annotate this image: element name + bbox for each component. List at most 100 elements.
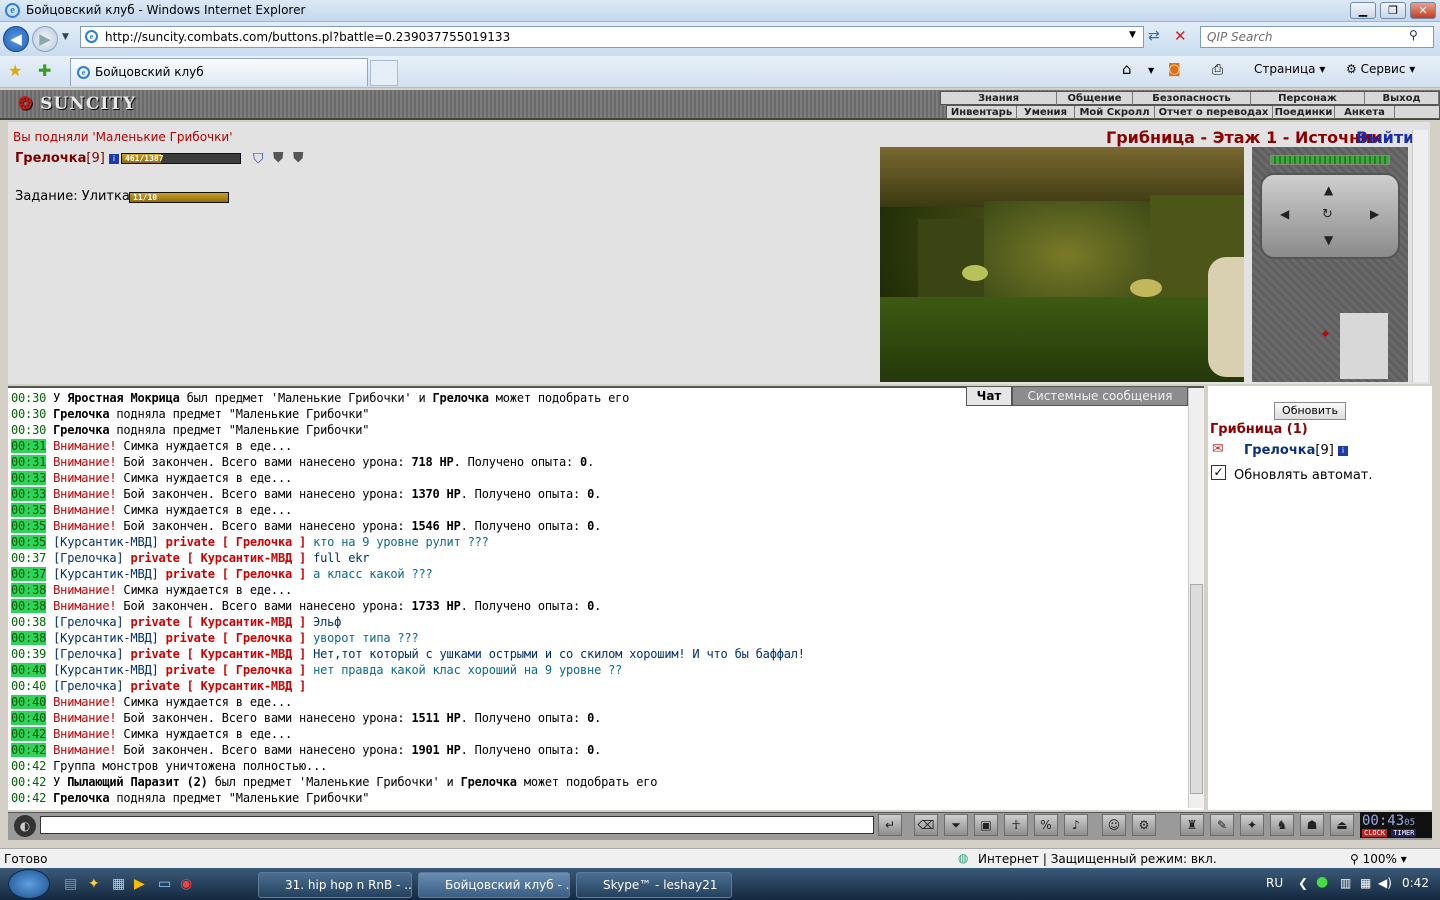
chat-nick[interactable]: [Грелочка] bbox=[53, 615, 123, 629]
rss-icon[interactable]: ◙ bbox=[1168, 62, 1181, 77]
start-button[interactable] bbox=[8, 869, 50, 899]
quicklaunch-icon[interactable]: ▤ bbox=[64, 876, 77, 892]
chat-time[interactable]: 00:30 bbox=[11, 423, 46, 437]
language-indicator[interactable]: RU bbox=[1266, 876, 1283, 890]
chat-time[interactable]: 00:37 bbox=[11, 551, 46, 565]
send-button[interactable]: ↵ bbox=[878, 814, 902, 836]
dungeon-view[interactable] bbox=[880, 147, 1244, 382]
exit-link[interactable]: Выйти bbox=[1356, 128, 1414, 147]
game-menu-item[interactable]: Общение bbox=[1057, 92, 1133, 105]
tray-icon[interactable]: ● bbox=[1316, 874, 1328, 890]
private-tag[interactable]: private [ Курсантик-МВД ] bbox=[130, 647, 306, 661]
search-input[interactable]: QIP Search ⚲ bbox=[1200, 26, 1434, 48]
tray-expand-icon[interactable]: ❮ bbox=[1298, 876, 1308, 890]
skills-icon[interactable]: ✦ bbox=[1240, 814, 1264, 836]
chat-time[interactable]: 00:40 bbox=[11, 695, 46, 709]
chat-time[interactable]: 00:35 bbox=[11, 535, 46, 549]
save-icon[interactable]: ▣ bbox=[974, 814, 998, 836]
back-button[interactable]: ◀ bbox=[3, 26, 29, 52]
chat-time[interactable]: 00:38 bbox=[11, 631, 46, 645]
tray-icon[interactable]: ▦ bbox=[1360, 876, 1371, 890]
chat-nick[interactable]: full ekr bbox=[313, 551, 369, 565]
chat-time[interactable]: 00:42 bbox=[11, 743, 46, 757]
refresh-button[interactable]: Обновить bbox=[1274, 402, 1346, 420]
favorites-star-icon[interactable]: ★ bbox=[8, 61, 22, 80]
game-menu-item[interactable]: Персонаж bbox=[1251, 92, 1365, 105]
player-info-icon[interactable]: i bbox=[108, 153, 119, 164]
game-submenu-item[interactable]: Мой Скролл bbox=[1075, 106, 1155, 119]
game-menu-item[interactable]: Безопасность bbox=[1133, 92, 1251, 105]
chat-time[interactable]: 00:38 bbox=[11, 599, 46, 613]
chat-input[interactable] bbox=[40, 816, 874, 834]
chat-nick[interactable]: [Грелочка] bbox=[53, 647, 123, 661]
private-tag[interactable]: private [ Грелочка ] bbox=[166, 663, 307, 677]
chat-scroll-thumb[interactable] bbox=[1190, 584, 1203, 794]
refresh-view-icon[interactable]: ↻ bbox=[1322, 207, 1333, 222]
player-name[interactable]: Грелочка bbox=[15, 151, 86, 166]
chat-time[interactable]: 00:37 bbox=[11, 567, 46, 581]
game-submenu-item[interactable]: Инвентарь bbox=[947, 106, 1017, 119]
eraser-icon[interactable]: ⌫ bbox=[914, 814, 938, 836]
taskbar-item-skype[interactable]: Skype™ - leshay21 bbox=[576, 872, 732, 898]
turn-right-button[interactable]: ▶ bbox=[1370, 207, 1379, 221]
tab-system-messages[interactable]: Системные сообщения bbox=[1012, 386, 1188, 406]
page-menu[interactable]: Страница ▾ bbox=[1254, 62, 1325, 76]
chat-time[interactable]: 00:40 bbox=[11, 663, 46, 677]
armor-icon[interactable]: ♞ bbox=[1270, 814, 1294, 836]
quicklaunch-icon[interactable]: ▦ bbox=[112, 876, 125, 892]
chat-nick[interactable]: [Грелочка] bbox=[53, 679, 123, 693]
game-menu-item[interactable]: Выход bbox=[1365, 92, 1439, 105]
url-dropdown-icon[interactable]: ▼ bbox=[1129, 30, 1136, 40]
chat-time[interactable]: 00:33 bbox=[11, 471, 46, 485]
network-icon[interactable]: ▥ bbox=[1340, 876, 1351, 890]
chat-nick[interactable]: [Курсантик-МВД] bbox=[53, 663, 159, 677]
chat-time[interactable]: 00:30 bbox=[11, 391, 46, 405]
security-zone[interactable]: Интернет | Защищенный режим: вкл. bbox=[978, 852, 1217, 866]
translit-icon[interactable]: % bbox=[1034, 814, 1058, 836]
game-submenu-item[interactable]: Отчет о переводах bbox=[1155, 106, 1273, 119]
chat-time[interactable]: 00:35 bbox=[11, 519, 46, 533]
game-menu-item[interactable]: Знания bbox=[941, 92, 1057, 105]
shield-icon[interactable]: ⛊ bbox=[273, 150, 284, 166]
shield-alt-icon[interactable]: ⛊ bbox=[293, 150, 304, 166]
maximize-button[interactable]: ❐ bbox=[1380, 2, 1406, 19]
clan-badge-icon[interactable]: ⛉ bbox=[253, 151, 264, 167]
move-back-button[interactable]: ▼ bbox=[1324, 233, 1333, 247]
address-bar[interactable]: e http://suncity.combats.com/buttons.pl?… bbox=[80, 26, 1144, 48]
browser-tab-active[interactable]: e Бойцовский клуб bbox=[70, 58, 368, 86]
top-pane-scrollbar[interactable] bbox=[1412, 130, 1428, 382]
game-submenu-item[interactable]: Анкета bbox=[1335, 106, 1395, 119]
private-tag[interactable]: private [ Курсантик-МВД ] bbox=[130, 679, 306, 693]
chat-time[interactable]: 00:38 bbox=[11, 615, 46, 629]
zoom-level[interactable]: ⚲ 100% ▾ bbox=[1350, 852, 1407, 866]
refresh-icon[interactable]: ⇄ bbox=[1148, 28, 1160, 44]
volume-icon[interactable]: ◀) bbox=[1378, 876, 1392, 890]
chat-time[interactable]: 00:42 bbox=[11, 727, 46, 741]
turn-left-button[interactable]: ◀ bbox=[1280, 207, 1289, 221]
chat-nick[interactable]: Эльф bbox=[313, 615, 341, 629]
chat-time[interactable]: 00:42 bbox=[11, 775, 46, 789]
home-dropdown-icon[interactable]: ▼ bbox=[1148, 66, 1154, 75]
service-menu[interactable]: ⚙ Сервис ▾ bbox=[1346, 62, 1415, 76]
chat-nick[interactable]: [Курсантик-МВД] bbox=[53, 631, 159, 645]
new-tab-button[interactable] bbox=[370, 60, 398, 86]
search-icon[interactable]: ⚲ bbox=[1409, 28, 1418, 42]
chat-time[interactable]: 00:40 bbox=[11, 679, 46, 693]
chat-time[interactable]: 00:39 bbox=[11, 647, 46, 661]
chat-time[interactable]: 00:38 bbox=[11, 583, 46, 597]
quicklaunch-icon[interactable]: ▭ bbox=[158, 876, 171, 892]
private-message-icon[interactable]: ✉ bbox=[1212, 441, 1224, 457]
member-info-icon[interactable]: i bbox=[1337, 445, 1348, 456]
exit-icon[interactable]: ⏏ bbox=[1330, 814, 1354, 836]
chat-nick[interactable]: [Грелочка] bbox=[53, 551, 123, 565]
filter-icon[interactable]: ⏷ bbox=[944, 814, 968, 836]
close-window-button[interactable]: ✕ bbox=[1410, 2, 1436, 19]
chat-time[interactable]: 00:35 bbox=[11, 503, 46, 517]
add-favorite-icon[interactable]: ✚ bbox=[38, 61, 51, 80]
move-forward-button[interactable]: ▲ bbox=[1324, 183, 1333, 197]
chat-nick[interactable]: Нет,тот который с ушками острыми и со ск… bbox=[313, 647, 805, 661]
private-tag[interactable]: private [ Грелочка ] bbox=[166, 567, 307, 581]
chat-time[interactable]: 00:33 bbox=[11, 487, 46, 501]
home-icon[interactable]: ⌂ bbox=[1122, 60, 1132, 78]
mushroom-icon[interactable] bbox=[1130, 279, 1162, 297]
